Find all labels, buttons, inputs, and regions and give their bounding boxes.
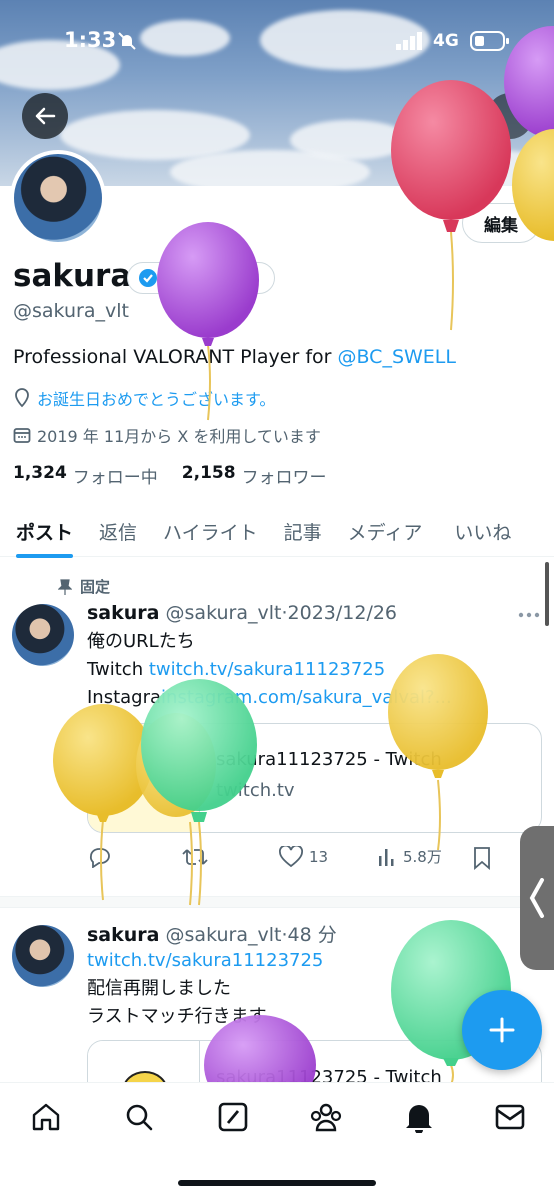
nav-notifications[interactable]: [399, 1097, 439, 1137]
post-line: ラストマッチ行きます: [87, 1006, 267, 1027]
post[interactable]: sakura @sakura_vlt·48 分 twitch.tv/sakura…: [0, 908, 554, 1120]
post-actions: 13 5.8万: [87, 846, 542, 872]
post-handle[interactable]: @sakura_vlt: [166, 602, 282, 624]
profile-bio: Professional VALORANT Player for @BC_SWE…: [13, 346, 456, 368]
search-profile-button[interactable]: [487, 93, 533, 139]
card-thumbnail: [88, 724, 200, 832]
bio-mention-link[interactable]: @BC_SWELL: [337, 346, 456, 368]
view-count: 5.8万: [403, 848, 442, 866]
home-indicator[interactable]: [178, 1180, 376, 1186]
like-icon: [279, 846, 303, 868]
verify-label: 認証を受ける: [164, 270, 261, 289]
tab-posts[interactable]: ポスト: [16, 505, 74, 558]
reply-button[interactable]: [87, 846, 111, 868]
tab-highlights[interactable]: ハイライト: [163, 505, 258, 557]
bookmark-icon[interactable]: [472, 846, 492, 870]
followers-label[interactable]: フォロワー: [242, 463, 327, 488]
post-line-prefix: Instagra: [87, 687, 162, 708]
post-line-prefix: Twitch: [87, 659, 149, 680]
post-author[interactable]: sakura: [87, 924, 159, 946]
status-time: 1:33: [64, 28, 117, 52]
side-panel-handle[interactable]: [520, 826, 554, 970]
views-icon: [379, 848, 394, 866]
followers-count[interactable]: 2,158: [182, 463, 236, 488]
pinned-label: 固定: [80, 578, 111, 596]
nav-grok[interactable]: [213, 1097, 253, 1137]
profile-avatar[interactable]: [10, 150, 106, 246]
post-divider: [0, 896, 554, 908]
like-count: 13: [309, 848, 329, 866]
like-button[interactable]: 13: [279, 846, 328, 868]
nav-search[interactable]: [119, 1097, 159, 1137]
post-time[interactable]: 2023/12/26: [288, 602, 398, 624]
joined-text: 2019 年 11月から X を利用しています: [37, 427, 321, 446]
plus-icon: [489, 1017, 515, 1043]
home-icon: [32, 1103, 60, 1131]
instagram-link[interactable]: instagram.com/sakura_valval?...: [161, 687, 452, 708]
post-avatar[interactable]: [12, 604, 74, 666]
edit-profile-button[interactable]: 編集: [462, 203, 540, 243]
tab-replies[interactable]: 返信: [99, 505, 137, 557]
display-name: sakura: [13, 258, 132, 294]
pinned-row: 固定: [58, 576, 110, 597]
silent-bell-icon: [118, 32, 136, 50]
post-handle[interactable]: @sakura_vlt: [166, 924, 282, 946]
post-pinned[interactable]: 固定 sakura @sakura_vlt·2023/12/26 俺のURLたち…: [0, 558, 554, 896]
more-icon[interactable]: [518, 612, 540, 618]
profile-handle: @sakura_vlt: [13, 300, 129, 322]
back-arrow-icon: [35, 107, 56, 125]
card-title: sakura11123725 - Twitch: [216, 749, 442, 770]
post-time[interactable]: 48 分: [288, 924, 337, 946]
post-header: sakura @sakura_vlt·48 分: [87, 924, 337, 946]
twitch-link[interactable]: twitch.tv/sakura11123725: [149, 659, 385, 680]
nav-messages[interactable]: [490, 1097, 530, 1137]
views-button[interactable]: 5.8万: [377, 846, 442, 867]
bio-text: Professional VALORANT Player for: [13, 346, 338, 368]
communities-icon: [310, 1103, 342, 1132]
card-domain: twitch.tv: [216, 780, 295, 801]
verified-badge-icon: [139, 269, 157, 287]
compose-post-button[interactable]: [462, 990, 542, 1070]
joined-row: 2019 年 11月から X を利用しています: [13, 423, 321, 447]
following-count[interactable]: 1,324: [13, 463, 67, 488]
chevron-left-icon: [529, 878, 544, 918]
messages-icon: [495, 1104, 525, 1130]
nav-home[interactable]: [26, 1097, 66, 1137]
post-body: twitch.tv/sakura11123725 配信再開しました ラストマッチ…: [87, 947, 467, 1031]
retweet-icon: [182, 849, 208, 865]
tab-media[interactable]: メディア: [348, 505, 423, 557]
following-label[interactable]: フォロー中: [73, 463, 158, 488]
nav-communities[interactable]: [306, 1097, 346, 1137]
battery-icon: [470, 31, 509, 51]
network-type: 4G: [433, 31, 459, 51]
post-body: 俺のURLたち Twitch twitch.tv/sakura11123725 …: [87, 628, 537, 712]
reply-icon: [89, 848, 110, 868]
post-avatar[interactable]: [12, 925, 74, 987]
birthday-row: お誕生日おめでとうございます。: [13, 386, 275, 410]
link-card[interactable]: sakura11123725 - Twitch twitch.tv: [87, 723, 542, 833]
tab-articles[interactable]: 記事: [284, 505, 322, 557]
signal-icon: [396, 32, 422, 50]
search-icon: [126, 1104, 153, 1131]
post-author[interactable]: sakura: [87, 602, 159, 624]
birthday-text[interactable]: お誕生日おめでとうございます。: [37, 386, 275, 410]
get-verified-button[interactable]: 認証を受ける: [127, 262, 276, 294]
post-line: 配信再開しました: [87, 978, 231, 999]
follow-counts: 1,324 フォロー中 2,158 フォロワー: [13, 463, 327, 488]
pin-icon: [58, 578, 72, 595]
location-pin-icon: [15, 388, 29, 408]
retweet-button[interactable]: [182, 846, 208, 868]
tab-likes[interactable]: いいね: [454, 505, 511, 557]
post-line: 俺のURLたち: [87, 631, 195, 652]
profile-tabs: ポスト 返信 ハイライト 記事 メディア いいね: [0, 505, 554, 558]
post-header: sakura @sakura_vlt·2023/12/26: [87, 602, 398, 624]
back-button[interactable]: [22, 93, 68, 139]
grok-icon: [218, 1102, 248, 1132]
twitch-link[interactable]: twitch.tv/sakura11123725: [87, 947, 467, 975]
calendar-icon: [13, 428, 31, 443]
notifications-bell-icon: [406, 1105, 432, 1133]
